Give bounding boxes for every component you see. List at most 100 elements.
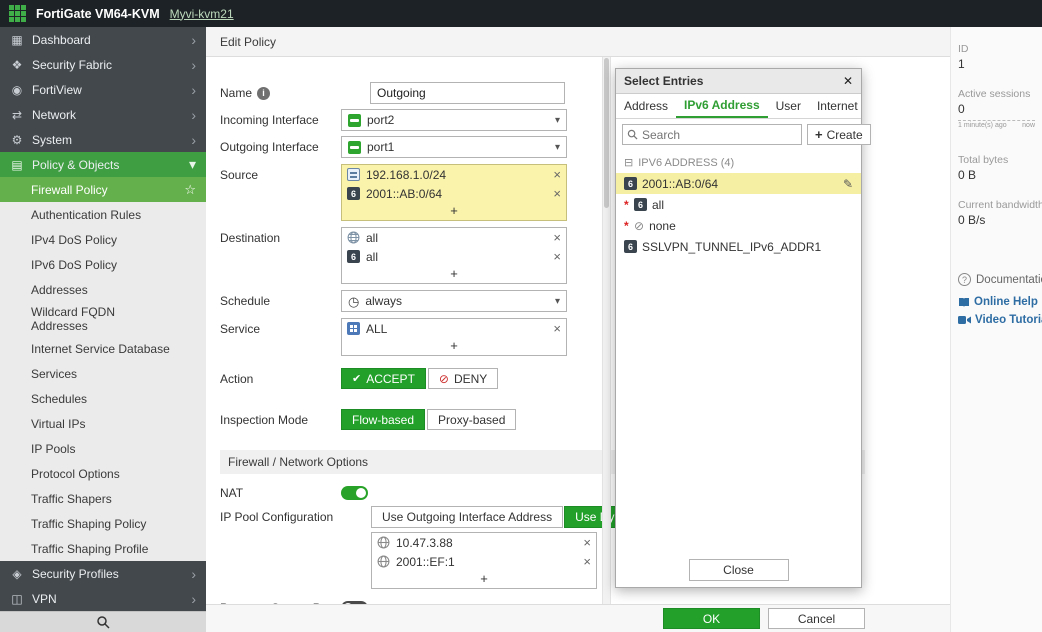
destination-entry-box: all × 6 all × + — [341, 227, 567, 284]
sidebar-item-fortiview[interactable]: ◉ FortiView › — [0, 77, 206, 102]
add-destination-button[interactable]: + — [342, 266, 566, 283]
sidebar-item-label: Security Profiles — [32, 567, 183, 581]
sidebar-item-security-profiles[interactable]: ◈ Security Profiles › — [0, 561, 206, 586]
remove-icon[interactable]: × — [553, 321, 561, 336]
cancel-button[interactable]: Cancel — [768, 608, 865, 629]
proxy-based-button[interactable]: Proxy-based — [427, 409, 516, 430]
sidebar-item-protocol-options[interactable]: Protocol Options — [0, 461, 206, 486]
search-input[interactable] — [642, 128, 797, 142]
sparkline-end-label: now — [1022, 122, 1035, 129]
sidebar-item-ipv4-dos-policy[interactable]: IPv4 DoS Policy — [0, 227, 206, 252]
service-icon — [347, 322, 360, 335]
tab-ipv6-address[interactable]: IPv6 Address — [676, 94, 768, 118]
remove-icon[interactable]: × — [583, 535, 591, 550]
nat-toggle[interactable] — [341, 486, 368, 500]
documentation-section: ? Documentation Online Help Video Tutori… — [958, 273, 1035, 326]
sidebar-item-virtual-ips[interactable]: Virtual IPs — [0, 411, 206, 436]
list-item[interactable]: * ⊘ none — [616, 215, 861, 236]
remove-icon[interactable]: × — [553, 186, 561, 201]
schedule-select[interactable]: ◷ always ▾ — [341, 290, 567, 312]
sidebar-item-addresses[interactable]: Addresses — [0, 277, 206, 302]
service-entry[interactable]: ALL × — [342, 319, 566, 338]
sidebar-item-ipv6-dos-policy[interactable]: IPv6 DoS Policy — [0, 252, 206, 277]
sidebar-item-policy-objects[interactable]: ▤ Policy & Objects ▾ — [0, 152, 206, 177]
add-ip-pool-button[interactable]: + — [372, 571, 596, 588]
ip-pool-entry[interactable]: 10.47.3.88 × — [372, 533, 596, 552]
remove-icon[interactable]: × — [553, 230, 561, 245]
outgoing-interface-select[interactable]: port1 ▾ — [341, 136, 567, 158]
video-icon — [958, 315, 971, 325]
name-input[interactable] — [370, 82, 565, 104]
sidebar-item-dashboard[interactable]: ▦ Dashboard › — [0, 27, 206, 52]
tab-internet-service[interactable]: Internet Se — [809, 94, 861, 118]
ipv6-address-group-header[interactable]: ⊟ IPV6 ADDRESS (4) — [616, 150, 861, 173]
add-source-button[interactable]: + — [342, 203, 566, 220]
remove-icon[interactable]: × — [553, 249, 561, 264]
current-bandwidth-value: 0 B/s — [958, 213, 1035, 227]
source-entry[interactable]: 192.168.1.0/24 × — [342, 165, 566, 184]
interface-icon — [348, 114, 361, 127]
tab-address[interactable]: Address — [616, 94, 676, 118]
vertical-scrollbar[interactable] — [602, 57, 611, 604]
sessions-sparkline: 1 minute(s) ago now — [958, 120, 1035, 142]
remove-icon[interactable]: × — [553, 167, 561, 182]
source-entry[interactable]: 6 2001::AB:0/64 × — [342, 184, 566, 203]
accept-button[interactable]: ✔ ACCEPT — [341, 368, 426, 389]
ip-pool-entry[interactable]: 2001::EF:1 × — [372, 552, 596, 571]
sidebar-item-ip-pools[interactable]: IP Pools — [0, 436, 206, 461]
sidebar-item-label: Traffic Shaping Policy — [31, 517, 196, 531]
sidebar-item-schedules[interactable]: Schedules — [0, 386, 206, 411]
sidebar-item-internet-service-database[interactable]: Internet Service Database — [0, 336, 206, 361]
policy-objects-submenu: Firewall Policy ☆ Authentication Rules I… — [0, 177, 206, 561]
chevron-right-icon: › — [191, 591, 196, 607]
sidebar-item-traffic-shaping-profile[interactable]: Traffic Shaping Profile — [0, 536, 206, 561]
dashboard-icon: ▦ — [10, 33, 24, 47]
total-bytes-stat: Total bytes 0 B — [958, 154, 1035, 182]
security-fabric-icon: ❖ — [10, 58, 24, 72]
close-icon[interactable]: ✕ — [843, 74, 853, 88]
sidebar-item-services[interactable]: Services — [0, 361, 206, 386]
panel-close-button[interactable]: Close — [689, 559, 789, 581]
entry-label: 2001::AB:0/64 — [642, 177, 838, 191]
sidebar-search-button[interactable] — [0, 611, 206, 632]
create-button[interactable]: + Create — [807, 124, 871, 145]
sidebar-item-system[interactable]: ⚙ System › — [0, 127, 206, 152]
incoming-interface-select[interactable]: port2 ▾ — [341, 109, 567, 131]
remove-icon[interactable]: × — [583, 554, 591, 569]
online-help-link[interactable]: Online Help — [958, 296, 1035, 308]
tab-user[interactable]: User — [768, 94, 809, 118]
deny-button[interactable]: ⊘ DENY — [428, 368, 498, 389]
chevron-right-icon: › — [191, 566, 196, 582]
search-box[interactable] — [622, 124, 802, 145]
sidebar-item-vpn[interactable]: ◫ VPN › — [0, 586, 206, 611]
star-icon[interactable]: ☆ — [184, 183, 196, 197]
scrollbar-thumb[interactable] — [604, 58, 609, 208]
sidebar-item-network[interactable]: ⇄ Network › — [0, 102, 206, 127]
ok-button[interactable]: OK — [663, 608, 760, 629]
sidebar-item-firewall-policy[interactable]: Firewall Policy ☆ — [0, 177, 206, 202]
list-item[interactable]: * 6 all — [616, 194, 861, 215]
active-sessions-stat: Active sessions 0 — [958, 88, 1035, 116]
sidebar-item-authentication-rules[interactable]: Authentication Rules — [0, 202, 206, 227]
inspection-mode-label: Inspection Mode — [220, 409, 341, 427]
edit-icon[interactable]: ✎ — [843, 177, 853, 191]
sidebar-item-security-fabric[interactable]: ❖ Security Fabric › — [0, 52, 206, 77]
online-help-label: Online Help — [974, 296, 1038, 308]
sidebar-item-wildcard-fqdn-addresses[interactable]: Wildcard FQDN Addresses — [0, 302, 206, 336]
destination-entry[interactable]: 6 all × — [342, 247, 566, 266]
sidebar-item-traffic-shapers[interactable]: Traffic Shapers — [0, 486, 206, 511]
sidebar-item-traffic-shaping-policy[interactable]: Traffic Shaping Policy — [0, 511, 206, 536]
entry-label: 10.47.3.88 — [396, 536, 577, 550]
video-tutorials-link[interactable]: Video Tutorials — [958, 314, 1035, 326]
select-entries-header: Select Entries ✕ — [616, 69, 861, 94]
incoming-interface-value: port2 — [367, 113, 394, 127]
list-item[interactable]: 6 SSLVPN_TUNNEL_IPv6_ADDR1 — [616, 236, 861, 257]
use-outgoing-interface-address-button[interactable]: Use Outgoing Interface Address — [371, 506, 563, 528]
destination-entry[interactable]: all × — [342, 228, 566, 247]
flow-based-button[interactable]: Flow-based — [341, 409, 425, 430]
page-title: Edit Policy — [206, 27, 950, 57]
list-item[interactable]: 6 2001::AB:0/64 ✎ — [616, 173, 861, 194]
add-service-button[interactable]: + — [342, 338, 566, 355]
hostname-link[interactable]: Myvi-kvm21 — [170, 7, 234, 21]
tab-label: User — [776, 99, 801, 113]
